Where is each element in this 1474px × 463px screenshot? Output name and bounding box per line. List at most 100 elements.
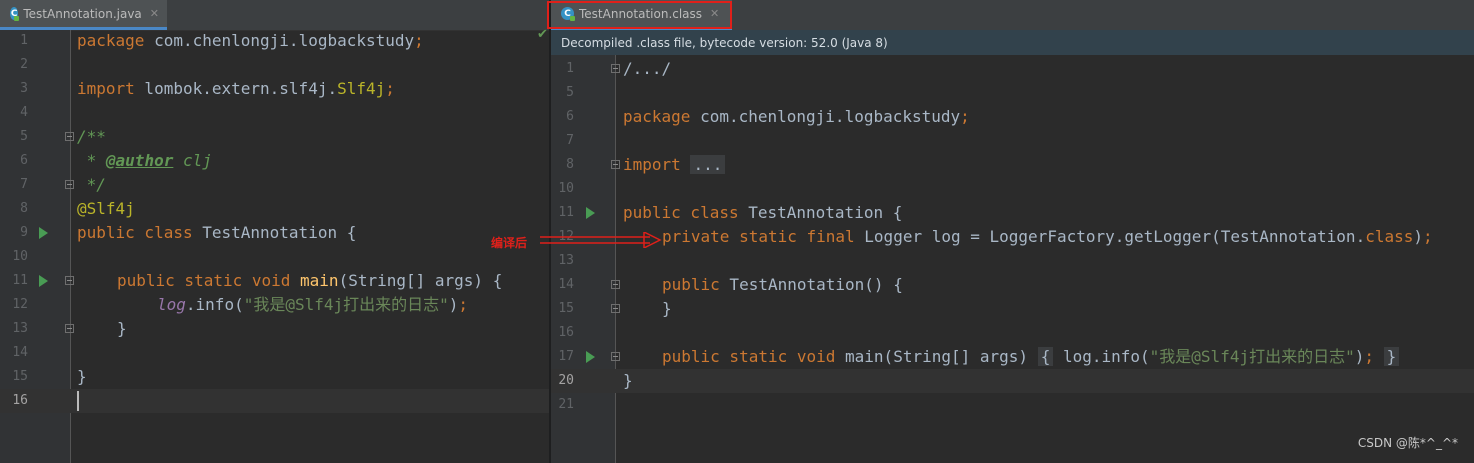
line-number: 3 — [20, 81, 28, 96]
line-number: 11 — [12, 273, 28, 288]
code-line[interactable]: 4 — [0, 101, 549, 125]
code-line[interactable]: 7 — [551, 129, 1474, 153]
semicolon: ; — [1423, 227, 1433, 246]
line-number: 13 — [12, 321, 28, 336]
code-line[interactable]: 11 public class TestAnnotation { — [551, 201, 1474, 225]
code-text: } — [117, 319, 127, 338]
tab-testannotation-java[interactable]: C TestAnnotation.java ✕ — [0, 0, 167, 30]
code-line[interactable]: 7 */ — [0, 173, 549, 197]
line-number: 10 — [558, 181, 574, 196]
code-line[interactable]: 14 public TestAnnotation() { — [551, 273, 1474, 297]
line-number: 4 — [20, 105, 28, 120]
code-line[interactable]: 10 — [551, 177, 1474, 201]
semicolon: ; — [1364, 347, 1375, 366]
field-name: log — [157, 295, 186, 314]
line-number: 17 — [558, 349, 574, 364]
keyword: public static void — [662, 347, 836, 366]
line-number: 9 — [20, 225, 28, 240]
left-tab-bar: C TestAnnotation.java ✕ — [0, 0, 549, 31]
code-line[interactable]: 1 /.../ — [551, 57, 1474, 81]
line-number: 10 — [12, 249, 28, 264]
close-icon[interactable]: ✕ — [150, 7, 159, 20]
line-number: 15 — [12, 369, 28, 384]
keyword: public class — [623, 203, 739, 222]
current-code-line[interactable]: 20 } — [551, 369, 1474, 393]
code-line[interactable]: 2 — [0, 53, 549, 77]
code-line[interactable]: 8 import ... — [551, 153, 1474, 177]
fold-icon[interactable] — [65, 276, 74, 285]
code-line[interactable]: 3 import lombok.extern.slf4j.Slf4j; — [0, 77, 549, 101]
decompiled-banner: Decompiled .class file, bytecode version… — [551, 30, 1474, 55]
code-line[interactable]: 6 package com.chenlongji.logbackstudy; — [551, 105, 1474, 129]
code-text: ) — [1354, 347, 1365, 366]
folded-imports[interactable]: ... — [690, 155, 726, 174]
line-number: 21 — [558, 397, 574, 412]
folded-brace[interactable]: } — [1383, 347, 1400, 366]
code-text: TestAnnotation() { — [719, 275, 903, 294]
fold-icon[interactable] — [611, 304, 620, 313]
keyword: package — [77, 31, 145, 50]
tab-label: TestAnnotation.java — [23, 6, 142, 21]
code-line[interactable]: 13 } — [0, 317, 549, 341]
left-editor-pane: C TestAnnotation.java ✕ ✔ 1 package com.… — [0, 0, 549, 463]
code-line[interactable]: 5 /** — [0, 125, 549, 149]
semicolon: ; — [960, 107, 970, 126]
run-icon[interactable] — [39, 275, 48, 287]
annotation: @Slf4j — [77, 199, 135, 218]
text-caret — [77, 391, 79, 411]
code-line[interactable]: 8 @Slf4j — [0, 197, 549, 221]
code-line[interactable]: 6 * @author clj — [0, 149, 549, 173]
folded-header: /.../ — [623, 59, 672, 78]
keyword: class — [1365, 227, 1414, 246]
code-text: Logger log = LoggerFactory.getLogger(Tes… — [854, 227, 1366, 246]
fold-icon[interactable] — [611, 160, 620, 169]
code-line[interactable]: 15 } — [0, 365, 549, 389]
fold-icon[interactable] — [65, 132, 74, 141]
semicolon: ; — [458, 295, 469, 314]
code-line[interactable]: 11 public static void main(String[] args… — [0, 269, 549, 293]
line-number: 11 — [558, 205, 574, 220]
code-line[interactable]: 12 log.info("我是@Slf4j打出来的日志"); — [0, 293, 549, 317]
code-text: } — [623, 371, 633, 390]
code-line[interactable]: 9 public class TestAnnotation { — [0, 221, 549, 245]
current-code-line[interactable]: 16 — [0, 389, 549, 413]
code-text: log.info( — [1053, 347, 1150, 366]
code-line[interactable]: 16 — [551, 321, 1474, 345]
code-line[interactable]: 15 } — [551, 297, 1474, 321]
code-text: com.chenlongji.logbackstudy — [690, 107, 961, 126]
comment: clj — [173, 151, 212, 170]
code-text: } — [77, 367, 87, 386]
keyword: public class — [77, 223, 193, 242]
line-number: 5 — [20, 129, 28, 144]
fold-icon[interactable] — [611, 64, 620, 73]
line-number: 20 — [558, 373, 574, 388]
keyword: import — [623, 155, 681, 174]
code-line[interactable]: 14 — [0, 341, 549, 365]
code-text: .info( — [185, 295, 244, 314]
code-text: ) — [1413, 227, 1424, 246]
fold-icon[interactable] — [611, 352, 620, 361]
class-name: Slf4j — [337, 79, 386, 98]
code-line[interactable]: 10 — [0, 245, 549, 269]
fold-icon[interactable] — [611, 280, 620, 289]
code-line[interactable]: 17 public static void main(String[] args… — [551, 345, 1474, 369]
run-icon[interactable] — [39, 227, 48, 239]
code-line[interactable]: 5 — [551, 81, 1474, 105]
watermark: CSDN @陈*^_^* — [1357, 436, 1458, 450]
run-icon[interactable] — [586, 351, 595, 363]
semicolon: ; — [385, 79, 395, 98]
semicolon: ; — [414, 31, 424, 50]
line-number: 8 — [20, 201, 28, 216]
code-line[interactable]: 12 private static final Logger log = Log… — [551, 225, 1474, 249]
run-icon[interactable] — [586, 207, 595, 219]
folded-brace[interactable]: { — [1037, 347, 1054, 366]
code-line[interactable]: 21 — [551, 393, 1474, 417]
code-line[interactable]: 13 — [551, 249, 1474, 273]
line-number: 14 — [558, 277, 574, 292]
tab-highlight-box — [547, 1, 732, 29]
string-literal: "我是@Slf4j打出来的日志" — [243, 295, 449, 314]
code-line[interactable]: 1 package com.chenlongji.logbackstudy; — [0, 29, 549, 53]
fold-icon[interactable] — [65, 180, 74, 189]
fold-icon[interactable] — [65, 324, 74, 333]
java-class-icon: C — [10, 7, 20, 21]
